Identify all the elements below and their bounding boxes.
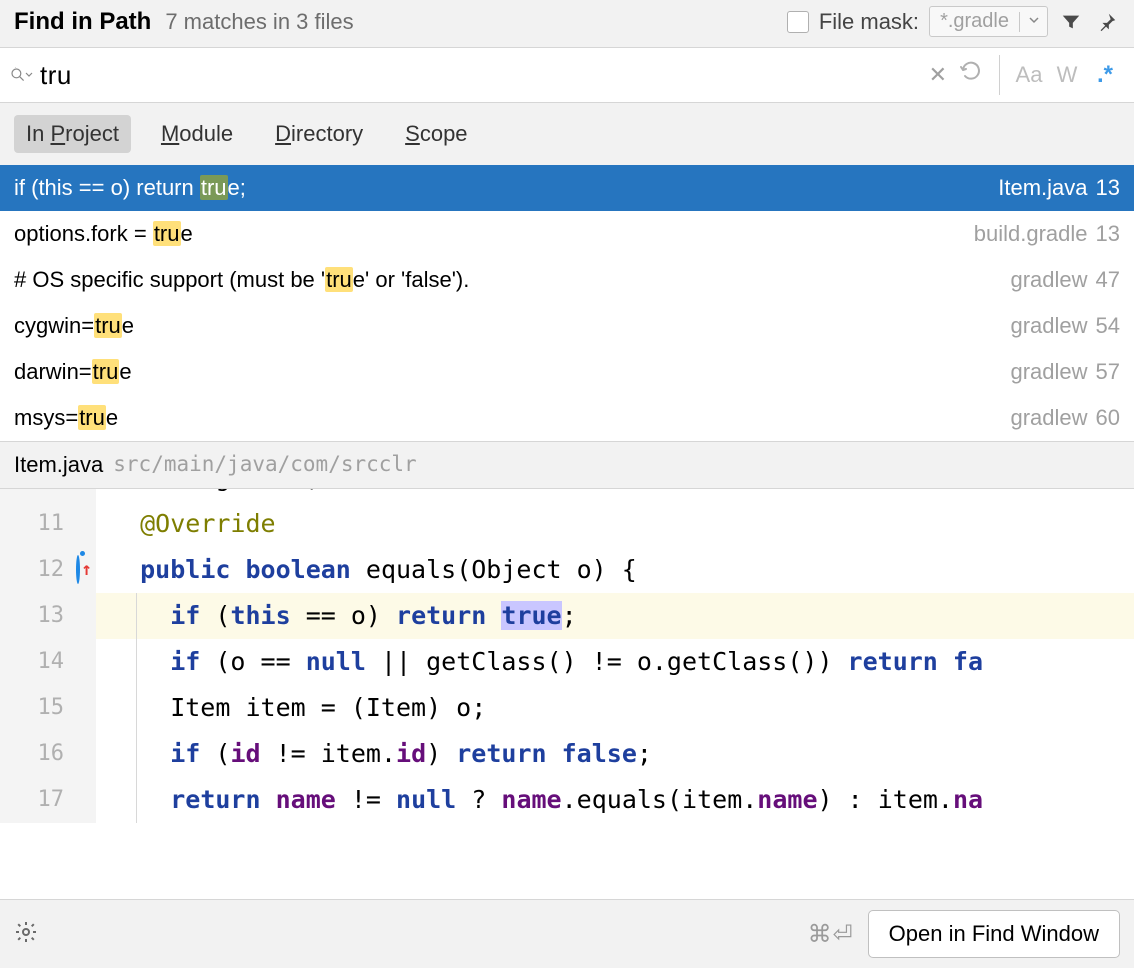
result-snippet: if (this == o) return true; [14,175,998,201]
pin-icon[interactable] [1094,9,1120,35]
keyboard-hint: ⌘⏎ [808,920,854,949]
code-content: public boolean equals(Object o) { [96,547,637,593]
code-content: @Override [96,501,276,547]
result-file: gradlew [1010,267,1087,293]
result-line: 57 [1096,359,1120,385]
result-snippet: cygwin=true [14,313,1010,339]
override-gutter-icon[interactable]: ↑ [76,547,92,593]
scope-tab-project[interactable]: In Project [14,115,131,153]
result-line: 54 [1096,313,1120,339]
gear-icon[interactable] [14,920,38,948]
code-content: if (this == o) return true; [96,593,577,639]
dialog-header: Find in Path 7 matches in 3 files File m… [0,0,1134,47]
line-number: 15 [0,685,96,731]
line-number: 16 [0,731,96,777]
result-snippet: # OS specific support (must be 'true' or… [14,267,1010,293]
search-bar: ✕ Aa W .* [0,47,1134,103]
result-line: 60 [1096,405,1120,431]
code-line: 17 return name != null ? name.equals(ite… [0,777,1134,823]
scope-tab-directory[interactable]: Directory [263,115,375,153]
file-mask-label: File mask: [819,9,919,35]
code-content: if (id != item.id) return false; [96,731,652,777]
scope-tab-module[interactable]: Module [149,115,245,153]
code-preview[interactable]: 10 String name;11 @Override12↑ public bo… [0,489,1134,899]
line-number: 10 [0,489,96,501]
preview-file-path: src/main/java/com/srcclr [113,452,416,478]
separator [999,55,1000,95]
results-list: if (this == o) return true;Item.java13op… [0,165,1134,441]
scope-tab-scope[interactable]: Scope [393,115,479,153]
code-line: 12↑ public boolean equals(Object o) { [0,547,1134,593]
code-line: 10 String name; [0,489,1134,501]
result-file: gradlew [1010,313,1087,339]
result-row[interactable]: darwin=truegradlew 57 [0,349,1134,395]
line-number: 17 [0,777,96,823]
line-number: 12↑ [0,547,96,593]
scope-tabs: In Project Module Directory Scope [0,103,1134,165]
regex-toggle[interactable]: .* [1086,61,1124,89]
open-in-find-window-button[interactable]: Open in Find Window [868,910,1120,958]
result-file: gradlew [1010,405,1087,431]
dialog-footer: ⌘⏎ Open in Find Window [0,899,1134,968]
line-number: 13 [0,593,96,639]
clear-icon[interactable]: ✕ [923,62,953,88]
result-snippet: darwin=true [14,359,1010,385]
result-row[interactable]: # OS specific support (must be 'true' or… [0,257,1134,303]
file-mask-value: *.gradle [940,10,1009,33]
history-icon[interactable] [953,60,989,90]
file-mask-checkbox[interactable] [787,11,809,33]
words-toggle[interactable]: W [1048,62,1086,88]
preview-file-name: Item.java [14,452,103,478]
code-content: String name; [96,489,321,501]
result-row[interactable]: options.fork = truebuild.gradle 13 [0,211,1134,257]
code-line: 13 if (this == o) return true; [0,593,1134,639]
code-line: 11 @Override [0,501,1134,547]
result-file: gradlew [1010,359,1087,385]
dialog-title: Find in Path [14,8,151,36]
result-row[interactable]: msys=truegradlew 60 [0,395,1134,441]
code-content: if (o == null || getClass() != o.getClas… [96,639,983,685]
search-icon[interactable] [10,67,40,83]
file-mask-select[interactable]: *.gradle [929,6,1048,37]
search-input[interactable] [40,60,923,91]
filter-icon[interactable] [1058,9,1084,35]
code-line: 14 if (o == null || getClass() != o.getC… [0,639,1134,685]
code-line: 16 if (id != item.id) return false; [0,731,1134,777]
result-row[interactable]: if (this == o) return true;Item.java 13 [0,165,1134,211]
match-case-toggle[interactable]: Aa [1010,62,1048,88]
line-number: 14 [0,639,96,685]
result-line: 47 [1096,267,1120,293]
result-file: build.gradle [974,221,1088,247]
result-snippet: msys=true [14,405,1010,431]
match-summary: 7 matches in 3 files [165,9,353,35]
result-line: 13 [1096,175,1120,201]
chevron-down-icon [1019,12,1041,32]
code-line: 15 Item item = (Item) o; [0,685,1134,731]
code-content: Item item = (Item) o; [96,685,486,731]
result-file: Item.java [998,175,1087,201]
result-snippet: options.fork = true [14,221,974,247]
line-number: 11 [0,501,96,547]
code-content: return name != null ? name.equals(item.n… [96,777,983,823]
preview-header: Item.java src/main/java/com/srcclr [0,441,1134,489]
result-row[interactable]: cygwin=truegradlew 54 [0,303,1134,349]
result-line: 13 [1096,221,1120,247]
